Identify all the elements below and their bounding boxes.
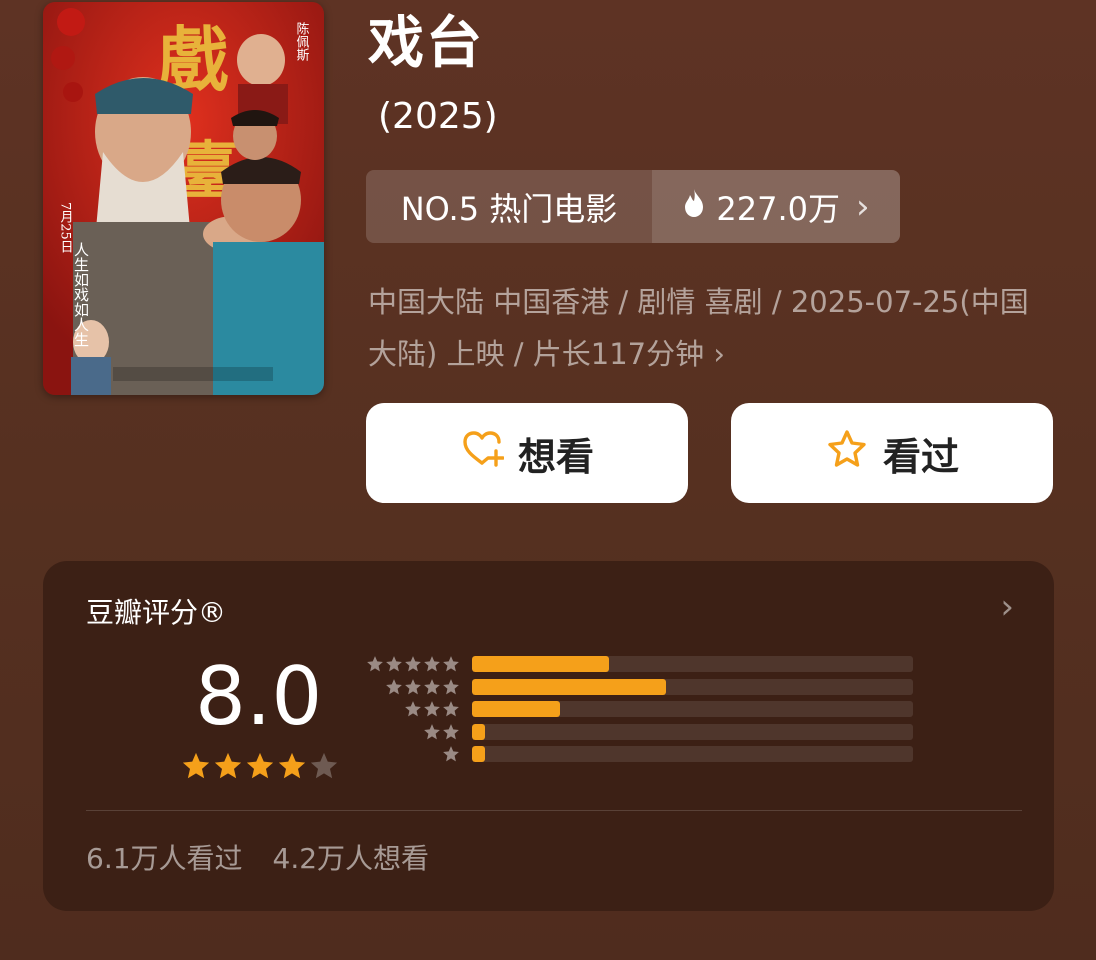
distribution-row-1 [358, 743, 913, 766]
star-filled-icon [213, 751, 243, 785]
star-icon [442, 723, 460, 741]
distribution-bar-track [472, 701, 913, 718]
flame-icon [682, 188, 706, 226]
star-icon [442, 678, 460, 696]
heart-plus-icon [460, 427, 505, 480]
svg-text:7月25日: 7月25日 [58, 202, 74, 253]
movie-title: 戏台 [368, 11, 484, 76]
distribution-bar-fill [472, 723, 486, 740]
poster-image: 戲 臺 陈佩斯 7月25日 人生如戏如人生 [43, 2, 324, 395]
star-icon [423, 655, 441, 673]
svg-text:人生如戏如人生: 人生如戏如人生 [72, 242, 90, 347]
distribution-bar-track [472, 746, 913, 763]
want-count: 4.2万人想看 [272, 842, 430, 875]
star-icon [404, 678, 422, 696]
want-to-watch-label: 想看 [517, 434, 594, 479]
star-icon [404, 700, 422, 718]
distribution-bar-fill [472, 678, 667, 695]
chevron-right-icon: › [856, 186, 870, 227]
rating-card[interactable]: 豆瓣评分® › 8.0 6.1万人看过 4.2万人想看 [43, 561, 1054, 911]
star-filled-icon [245, 751, 275, 785]
distribution-stars [358, 700, 460, 718]
watched-button[interactable]: 看过 [731, 403, 1053, 503]
distribution-bar-track [472, 656, 913, 673]
divider [86, 810, 1022, 811]
rating-title: 豆瓣评分® [86, 596, 227, 629]
distribution-stars [358, 678, 460, 696]
chevron-right-icon[interactable]: › [1000, 587, 1014, 627]
distribution-bar-track [472, 723, 913, 740]
distribution-row-4 [358, 676, 913, 699]
star-icon [442, 700, 460, 718]
distribution-bar-fill [472, 701, 561, 718]
rating-stats: 6.1万人看过 4.2万人想看 [86, 837, 429, 877]
star-icon [423, 700, 441, 718]
heat-section[interactable]: 227.0万 › [652, 170, 900, 243]
star-icon [423, 678, 441, 696]
heat-value: 227.0万 [716, 189, 840, 228]
star-icon [423, 723, 441, 741]
star-icon [385, 655, 403, 673]
watched-label: 看过 [882, 434, 959, 479]
chevron-right-icon: › [713, 337, 725, 371]
rating-distribution [358, 653, 913, 766]
distribution-bar-fill [472, 656, 609, 673]
movie-meta[interactable]: 中国大陆 中国香港 / 剧情 喜剧 / 2025-07-25(中国大陆) 上映 … [368, 276, 1048, 380]
movie-detail-page: 戲 臺 陈佩斯 7月25日 人生如戏如人生 戏台 (2025) NO.5 热门电… [0, 0, 1096, 960]
distribution-stars [358, 655, 460, 673]
movie-year: (2025) [378, 96, 498, 137]
distribution-bar-track [472, 678, 913, 695]
star-icon [404, 655, 422, 673]
want-to-watch-button[interactable]: 想看 [366, 403, 688, 503]
distribution-row-5 [358, 653, 913, 676]
distribution-row-2 [358, 721, 913, 744]
meta-text: 中国大陆 中国香港 / 剧情 喜剧 / 2025-07-25(中国大陆) 上映 … [368, 285, 1029, 371]
star-icon [366, 655, 384, 673]
svg-text:陈佩斯: 陈佩斯 [294, 21, 310, 62]
star-icon [442, 745, 460, 763]
star-filled-icon [277, 751, 307, 785]
star-icon [442, 655, 460, 673]
rank-chip[interactable]: NO.5 热门电影 227.0万 › [366, 170, 900, 243]
rank-label: NO.5 热门电影 [400, 189, 618, 228]
star-empty-icon [309, 751, 339, 785]
distribution-stars [358, 723, 460, 741]
star-outline-icon [825, 427, 869, 480]
movie-poster[interactable]: 戲 臺 陈佩斯 7月25日 人生如戏如人生 [43, 2, 324, 395]
rating-score: 8.0 [195, 650, 323, 743]
rating-stars [181, 751, 339, 785]
seen-count: 6.1万人看过 [86, 842, 243, 875]
distribution-stars [358, 745, 460, 763]
distribution-bar-fill [472, 746, 486, 763]
star-filled-icon [181, 751, 211, 785]
star-icon [385, 678, 403, 696]
distribution-row-3 [358, 698, 913, 721]
